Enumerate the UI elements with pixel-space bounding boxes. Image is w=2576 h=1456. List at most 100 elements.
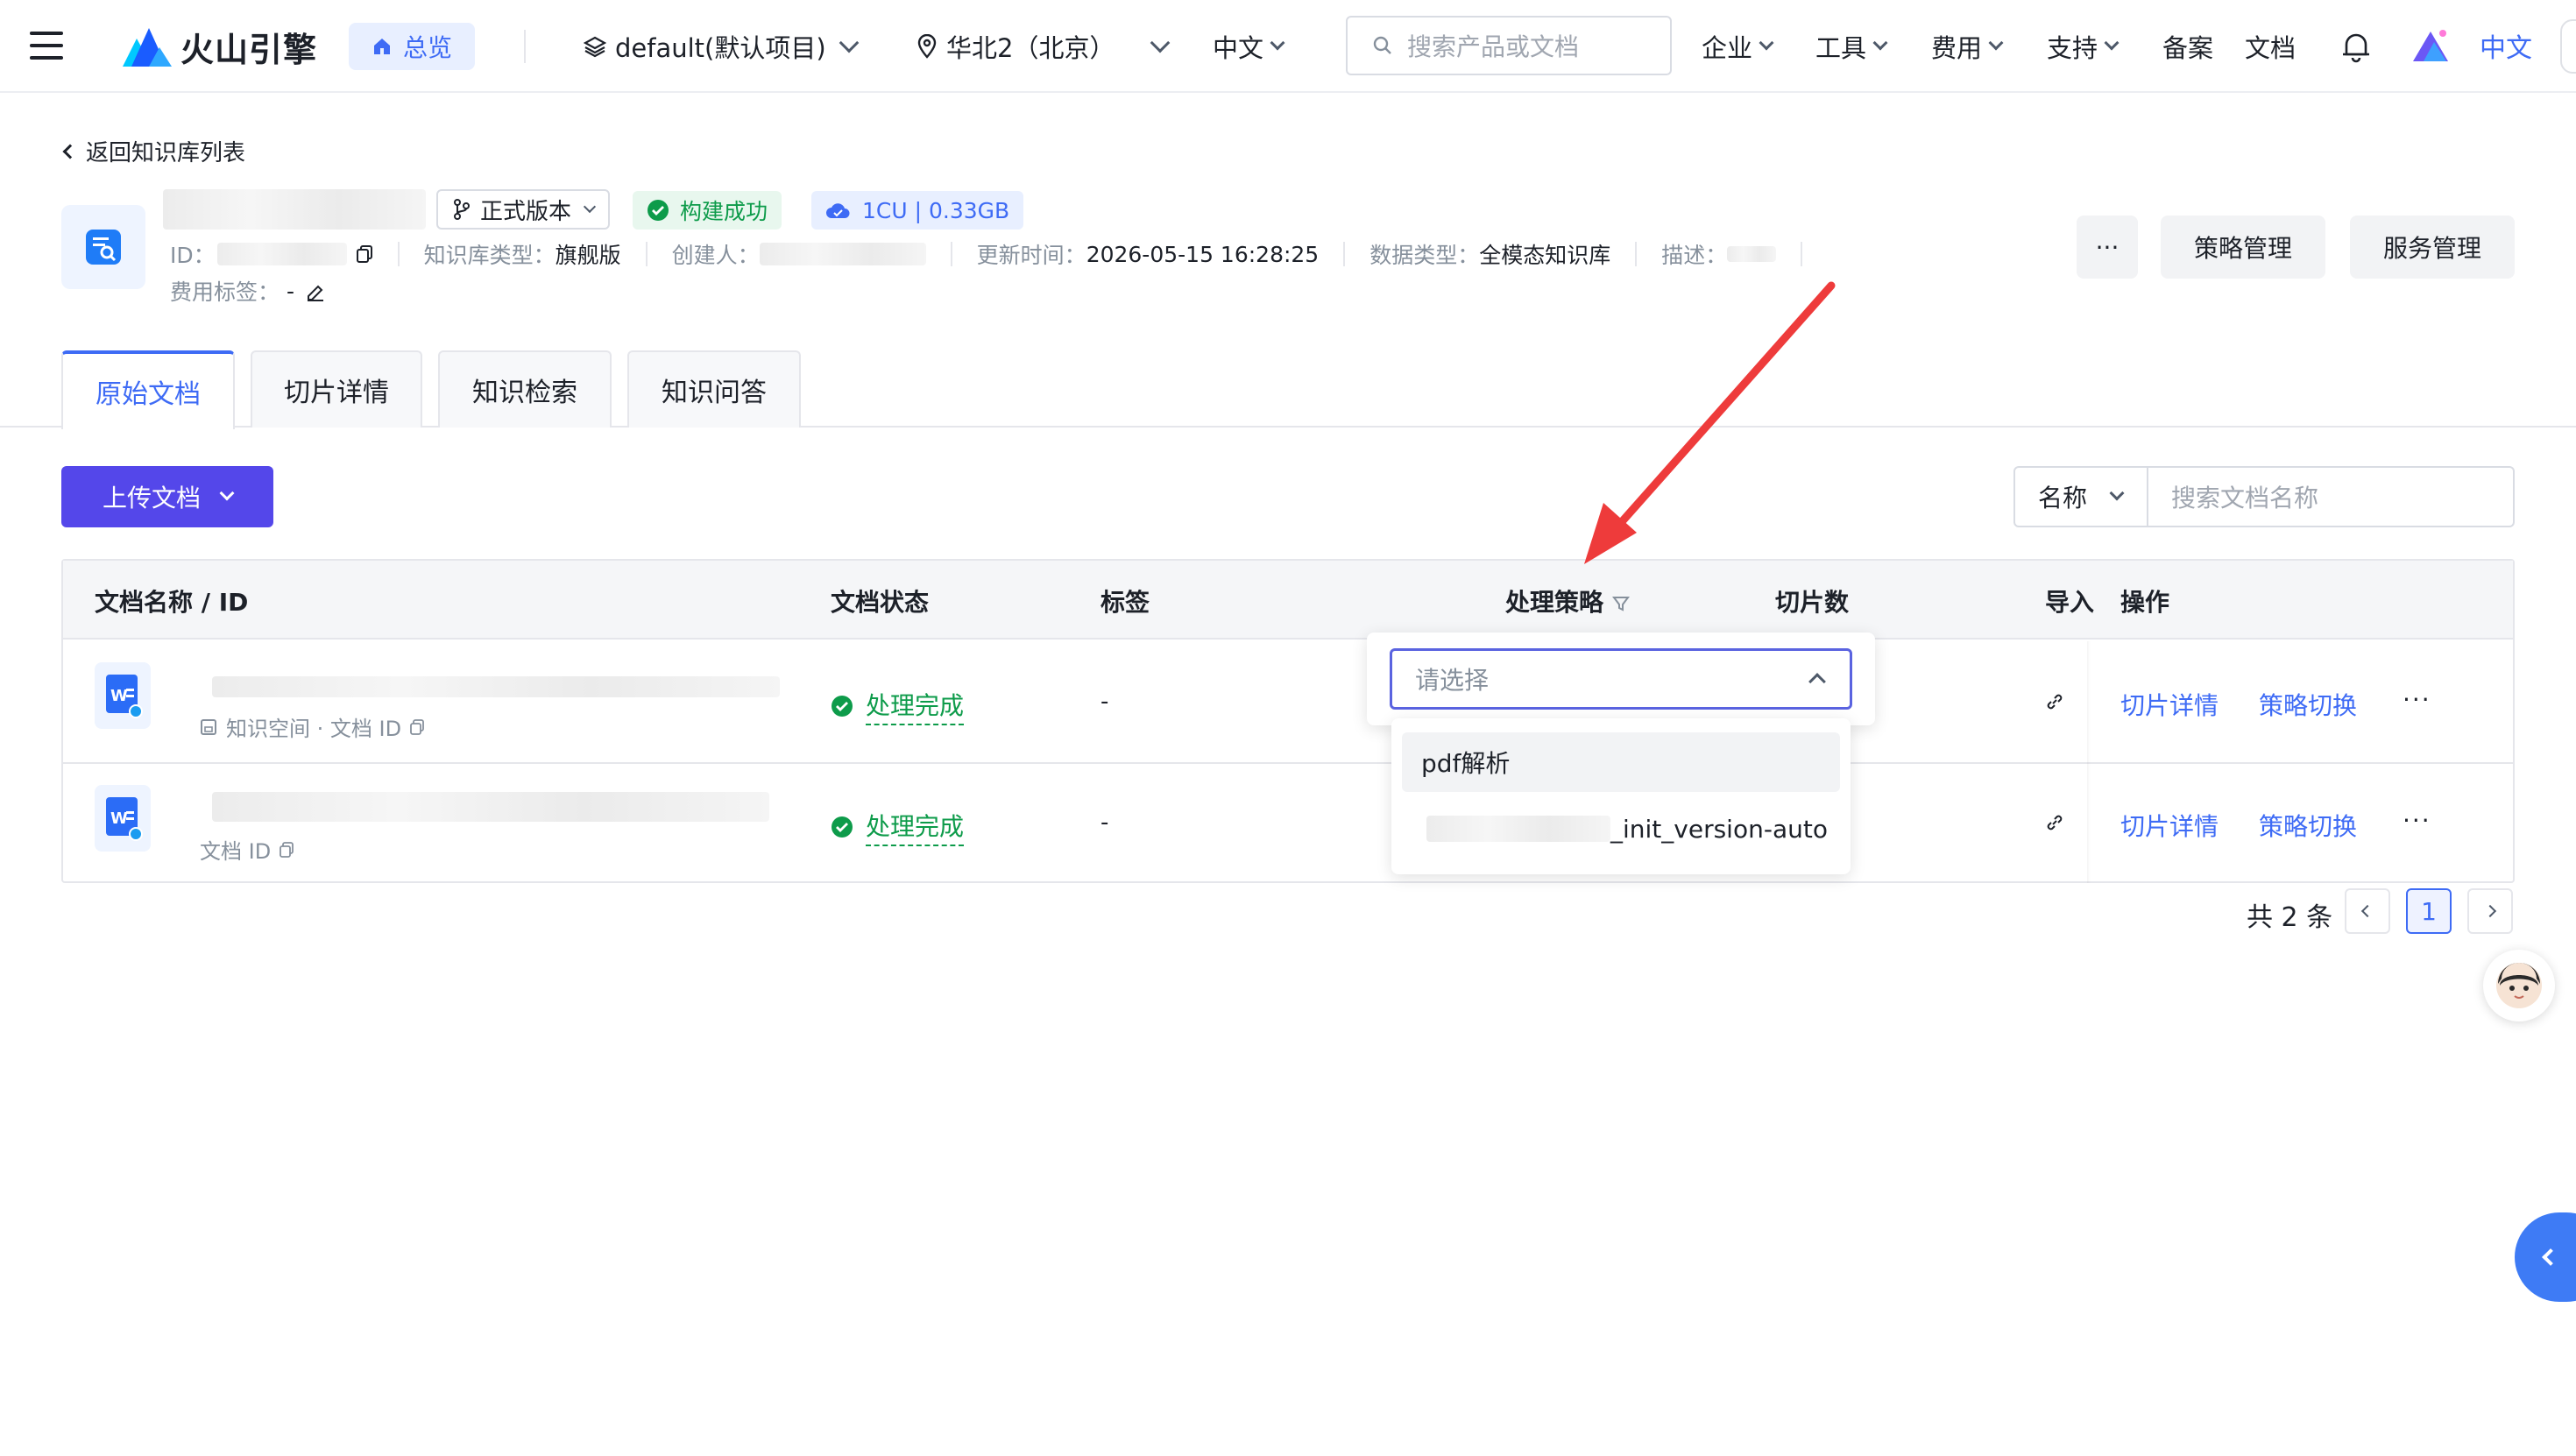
chevron-left-icon bbox=[2542, 1248, 2559, 1266]
menu-enterprise[interactable]: 企业 bbox=[1702, 26, 1774, 67]
language-link[interactable]: 中文 bbox=[2480, 26, 2532, 65]
pagination-page-1[interactable]: 1 bbox=[2406, 888, 2452, 934]
svg-text:W: W bbox=[110, 809, 128, 828]
overview-button[interactable]: 总览 bbox=[349, 23, 476, 70]
tab-label: 知识问答 bbox=[662, 378, 767, 408]
copy-icon[interactable] bbox=[408, 718, 426, 736]
column-header-name: 文档名称 / ID bbox=[95, 588, 249, 617]
documents-table: 文档名称 / ID 文档状态 标签 处理策略 切片数 导入 操作 W 知识空间 … bbox=[61, 559, 2515, 883]
knowledge-base-meta: ID： 知识库类型： 旗舰版 创建人： 更新时间： 2026-05-15 16:… bbox=[170, 237, 1827, 272]
pagination-total: 共 2 条 bbox=[2247, 902, 2333, 933]
option-prefix bbox=[1426, 816, 1610, 842]
updated-value: 2026-05-15 16:28:25 bbox=[1086, 241, 1320, 267]
filter-funnel-icon[interactable] bbox=[1612, 595, 1631, 612]
data-type-value: 全模态知识库 bbox=[1479, 243, 1611, 268]
chunk-details-link[interactable]: 切片详情 bbox=[2120, 808, 2219, 843]
switch-strategy-link[interactable]: 策略切换 bbox=[2259, 687, 2357, 722]
chevron-down-icon bbox=[839, 32, 859, 53]
column-header-strategy[interactable]: 处理策略 bbox=[1505, 583, 1631, 618]
pagination-next-button[interactable] bbox=[2467, 888, 2513, 934]
language-label: 中文 bbox=[1213, 33, 1264, 63]
project-label: default(默认项目) bbox=[615, 33, 826, 63]
row-more-button[interactable]: ··· bbox=[2403, 685, 2431, 714]
table-row: W 知识空间 · 文档 ID 处理完成 - 切片详情 策略切换 ··· bbox=[63, 641, 2513, 762]
menu-tools[interactable]: 工具 bbox=[1815, 26, 1888, 67]
document-name[interactable] bbox=[212, 676, 780, 697]
logo[interactable]: 火山引擎 bbox=[123, 23, 317, 71]
version-selector[interactable]: 正式版本 bbox=[436, 189, 611, 230]
location-pin-icon bbox=[917, 34, 937, 59]
search-field-selector[interactable]: 名称 bbox=[2013, 466, 2148, 527]
strategy-select[interactable]: 请选择 bbox=[1390, 648, 1852, 710]
ai-assistant-avatar[interactable] bbox=[2483, 950, 2555, 1021]
document-search-icon bbox=[86, 230, 121, 265]
chevron-left-icon bbox=[62, 144, 78, 159]
bell-icon[interactable] bbox=[2341, 30, 2371, 63]
chunk-details-link[interactable]: 切片详情 bbox=[2120, 687, 2219, 722]
cloud-icon bbox=[826, 203, 850, 218]
updated-label: 更新时间： bbox=[976, 243, 1086, 268]
side-panel-toggle[interactable] bbox=[2560, 19, 2576, 74]
strategy-management-button[interactable]: 策略管理 bbox=[2161, 216, 2325, 279]
copy-icon[interactable] bbox=[356, 244, 373, 264]
divider bbox=[1343, 242, 1346, 266]
table-header: 文档名称 / ID 文档状态 标签 处理策略 切片数 导入 操作 bbox=[63, 561, 2513, 640]
tab-chunk-details[interactable]: 切片详情 bbox=[251, 350, 422, 428]
option-label: pdf解析 bbox=[1421, 749, 1511, 778]
edit-pencil-icon[interactable] bbox=[305, 280, 326, 301]
region-label: 华北2（北京） bbox=[946, 33, 1115, 63]
upload-document-button[interactable]: 上传文档 bbox=[61, 466, 273, 527]
menu-label: 支持 bbox=[2047, 33, 2098, 63]
home-icon bbox=[374, 39, 390, 54]
column-header-tags: 标签 bbox=[1100, 588, 1150, 617]
page-number: 1 bbox=[2421, 896, 2437, 926]
status-label: 处理完成 bbox=[866, 687, 965, 725]
divider bbox=[1635, 242, 1638, 266]
data-type-label: 数据类型： bbox=[1369, 243, 1480, 268]
link-icon[interactable] bbox=[2045, 813, 2064, 832]
more-actions-button[interactable]: ··· bbox=[2077, 216, 2138, 279]
word-document-icon: W bbox=[95, 785, 151, 852]
global-search-input[interactable]: 搜索产品或文档 bbox=[1346, 16, 1672, 75]
menu-support[interactable]: 支持 bbox=[2047, 26, 2120, 67]
logo-text: 火山引擎 bbox=[180, 31, 318, 69]
menu-filing[interactable]: 备案 bbox=[2162, 26, 2213, 67]
branch-icon bbox=[454, 199, 470, 220]
strategy-option-init-version[interactable]: _init_version-auto bbox=[1402, 799, 1840, 859]
document-id-label: 知识空间 · 文档 ID bbox=[226, 717, 402, 741]
chevron-down-icon bbox=[1872, 35, 1888, 51]
status-badge[interactable]: 处理完成 bbox=[831, 687, 965, 725]
link-icon[interactable] bbox=[2045, 692, 2064, 711]
check-circle-icon bbox=[832, 696, 853, 717]
region-selector[interactable]: 华北2（北京） bbox=[916, 26, 1171, 67]
document-id-label: 文档 ID bbox=[200, 839, 272, 864]
menu-icon[interactable] bbox=[30, 32, 63, 60]
strategy-option-pdf[interactable]: pdf解析 bbox=[1402, 732, 1840, 792]
pagination-prev-button[interactable] bbox=[2345, 888, 2390, 934]
copy-icon[interactable] bbox=[278, 841, 295, 859]
tab-raw-documents[interactable]: 原始文档 bbox=[61, 350, 235, 429]
project-selector[interactable]: default(默认项目) bbox=[584, 26, 859, 67]
overview-label: 总览 bbox=[403, 33, 453, 62]
back-to-list-link[interactable]: 返回知识库列表 bbox=[62, 135, 245, 167]
menu-label: 费用 bbox=[1931, 33, 1983, 63]
document-search-input[interactable]: 搜索文档名称 bbox=[2147, 466, 2515, 527]
switch-strategy-link[interactable]: 策略切换 bbox=[2259, 808, 2357, 843]
tab-knowledge-qa[interactable]: 知识问答 bbox=[627, 350, 801, 428]
menu-docs[interactable]: 文档 bbox=[2245, 26, 2296, 67]
collapse-side-button[interactable] bbox=[2515, 1212, 2576, 1302]
language-selector[interactable]: 中文 bbox=[1213, 26, 1285, 67]
chevron-down-icon bbox=[2104, 35, 2120, 51]
service-management-button[interactable]: 服务管理 bbox=[2350, 216, 2515, 279]
row-more-button[interactable]: ··· bbox=[2403, 806, 2431, 835]
user-avatar-icon[interactable] bbox=[2411, 28, 2450, 63]
document-name[interactable] bbox=[212, 792, 769, 822]
resource-label: 1CU | 0.33GB bbox=[862, 197, 1010, 223]
chevron-down-icon bbox=[2109, 485, 2125, 501]
menu-billing[interactable]: 费用 bbox=[1931, 26, 2004, 67]
divider bbox=[397, 242, 400, 266]
tab-knowledge-search[interactable]: 知识检索 bbox=[438, 350, 612, 428]
status-badge[interactable]: 处理完成 bbox=[831, 808, 965, 846]
chevron-down-icon bbox=[1270, 35, 1285, 51]
tag-value: - bbox=[1100, 689, 1109, 715]
